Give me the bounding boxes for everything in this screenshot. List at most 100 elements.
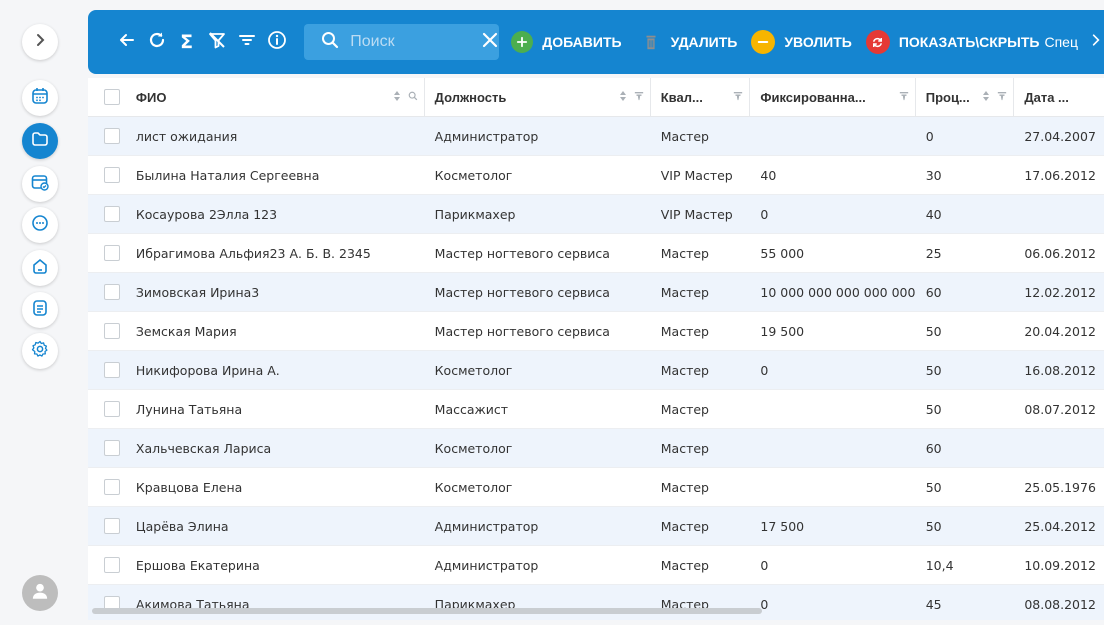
row-checkbox[interactable] <box>104 323 120 339</box>
toggle-specialists-button[interactable]: ПОКАЗАТЬ\СКРЫТЬ Спец <box>865 30 1078 54</box>
expand-sidebar-button[interactable] <box>22 24 58 60</box>
cell-position[interactable]: Парикмахер <box>425 195 651 233</box>
row-checkbox[interactable] <box>104 557 120 573</box>
toolbar-scroll-right-button[interactable] <box>1088 32 1104 52</box>
cell-fio[interactable]: Ибрагимова Альфия23 А. Б. В. 2345 <box>126 234 425 272</box>
select-all-checkbox[interactable] <box>104 89 120 105</box>
cell-fixed[interactable] <box>750 429 915 467</box>
cell-percent[interactable]: 30 <box>916 156 1015 194</box>
sidebar-item-settings[interactable] <box>22 333 58 369</box>
filter-icon[interactable] <box>733 90 743 105</box>
cell-qualification[interactable]: Мастер <box>651 468 751 506</box>
cell-qualification[interactable]: Мастер <box>651 507 751 545</box>
refresh-button[interactable] <box>146 31 167 53</box>
sort-icon[interactable] <box>981 90 991 105</box>
column-header-qualification[interactable]: Квал... <box>651 78 751 116</box>
cell-qualification[interactable]: Мастер <box>651 390 751 428</box>
table-row[interactable]: Лунина Татьяна Массажист Мастер 50 08.07… <box>88 390 1104 429</box>
cell-fixed[interactable]: 0 <box>750 351 915 389</box>
cell-position[interactable]: Администратор <box>425 546 651 584</box>
sidebar-item-chat[interactable] <box>22 207 58 243</box>
cell-fixed[interactable] <box>750 468 915 506</box>
cell-date[interactable] <box>1014 195 1104 233</box>
cell-percent[interactable]: 25 <box>916 234 1015 272</box>
cell-fixed[interactable]: 0 <box>750 546 915 584</box>
avatar[interactable] <box>22 575 58 611</box>
table-row[interactable]: Былина Наталия Сергеевна Косметолог VIP … <box>88 156 1104 195</box>
cell-fixed[interactable]: 0 <box>750 195 915 233</box>
column-header-percent[interactable]: Проц... <box>916 78 1015 116</box>
cell-percent[interactable]: 60 <box>916 429 1015 467</box>
cell-date[interactable]: 17.06.2012 <box>1014 156 1104 194</box>
row-checkbox[interactable] <box>104 284 120 300</box>
column-header-fio[interactable]: ФИО <box>126 78 425 116</box>
cell-position[interactable]: Администратор <box>425 117 651 155</box>
cell-qualification[interactable]: Мастер <box>651 117 751 155</box>
cell-position[interactable]: Мастер ногтевого сервиса <box>425 312 651 350</box>
cell-percent[interactable]: 50 <box>916 468 1015 506</box>
cell-fio[interactable]: Былина Наталия Сергеевна <box>126 156 425 194</box>
row-checkbox[interactable] <box>104 167 120 183</box>
table-row[interactable]: Акимова Татьяна Парикмахер Мастер 0 45 0… <box>88 585 1104 620</box>
cell-date[interactable]: 25.04.2012 <box>1014 507 1104 545</box>
cell-fio[interactable]: Царёва Элина <box>126 507 425 545</box>
sort-icon[interactable] <box>618 90 628 105</box>
row-checkbox[interactable] <box>104 245 120 261</box>
cell-fio[interactable]: Зимовская Ирина3 <box>126 273 425 311</box>
cell-percent[interactable]: 40 <box>916 195 1015 233</box>
cell-qualification[interactable]: Мастер <box>651 546 751 584</box>
filter-icon[interactable] <box>634 90 644 105</box>
cell-date[interactable]: 25.05.1976 <box>1014 468 1104 506</box>
cell-date[interactable]: 10.09.2012 <box>1014 546 1104 584</box>
row-checkbox[interactable] <box>104 401 120 417</box>
cell-qualification[interactable]: Мастер <box>651 351 751 389</box>
cell-position[interactable]: Косметолог <box>425 156 651 194</box>
cell-percent[interactable]: 50 <box>916 507 1015 545</box>
cell-fio[interactable]: Косаурова 2Элла 123 <box>126 195 425 233</box>
cell-fixed[interactable] <box>750 390 915 428</box>
cell-position[interactable]: Косметолог <box>425 468 651 506</box>
row-checkbox[interactable] <box>104 128 120 144</box>
cell-qualification[interactable]: VIP Мастер <box>651 156 751 194</box>
cell-qualification[interactable]: Мастер <box>651 312 751 350</box>
filter-button[interactable] <box>236 31 257 53</box>
table-row[interactable]: Ершова Екатерина Администратор Мастер 0 … <box>88 546 1104 585</box>
cell-percent[interactable]: 50 <box>916 351 1015 389</box>
cell-fixed[interactable]: 19 500 <box>750 312 915 350</box>
cell-qualification[interactable]: Мастер <box>651 273 751 311</box>
cell-fixed[interactable]: 40 <box>750 156 915 194</box>
cell-fixed[interactable]: 55 000 <box>750 234 915 272</box>
row-checkbox[interactable] <box>104 518 120 534</box>
cell-position[interactable]: Администратор <box>425 507 651 545</box>
cell-date[interactable]: 16.08.2012 <box>1014 351 1104 389</box>
cell-fio[interactable]: Кравцова Елена <box>126 468 425 506</box>
back-button[interactable] <box>116 31 137 53</box>
cell-percent[interactable]: 45 <box>916 585 1015 620</box>
cell-position[interactable]: Массажист <box>425 390 651 428</box>
cell-position[interactable]: Мастер ногтевого сервиса <box>425 273 651 311</box>
cell-position[interactable]: Косметолог <box>425 429 651 467</box>
cell-fio[interactable]: Ершова Екатерина <box>126 546 425 584</box>
table-row[interactable]: Земская Мария Мастер ногтевого сервиса М… <box>88 312 1104 351</box>
cell-date[interactable]: 08.08.2012 <box>1014 585 1104 620</box>
cell-fio[interactable]: Акимова Татьяна <box>126 585 425 620</box>
cell-date[interactable]: 08.07.2012 <box>1014 390 1104 428</box>
clear-search-button[interactable] <box>480 30 500 54</box>
cell-position[interactable]: Косметолог <box>425 351 651 389</box>
search-icon[interactable] <box>408 90 418 105</box>
column-header-fixed[interactable]: Фиксированна... <box>750 78 916 116</box>
row-checkbox[interactable] <box>104 362 120 378</box>
cell-percent[interactable]: 10,4 <box>916 546 1015 584</box>
cell-fixed[interactable]: 17 500 <box>750 507 915 545</box>
row-checkbox[interactable] <box>104 206 120 222</box>
sidebar-item-calendar[interactable] <box>22 80 58 116</box>
table-row[interactable]: лист ожидания Администратор Мастер 0 27.… <box>88 117 1104 156</box>
cell-fio[interactable]: Хальчевская Лариса <box>126 429 425 467</box>
row-checkbox[interactable] <box>104 440 120 456</box>
cell-percent[interactable]: 0 <box>916 117 1015 155</box>
delete-button[interactable]: УДАЛИТЬ <box>640 31 737 53</box>
add-button[interactable]: ДОБАВИТЬ <box>511 31 622 53</box>
cell-qualification[interactable]: VIP Мастер <box>651 195 751 233</box>
filter-icon[interactable] <box>899 90 909 105</box>
sidebar-item-home[interactable] <box>22 250 58 286</box>
